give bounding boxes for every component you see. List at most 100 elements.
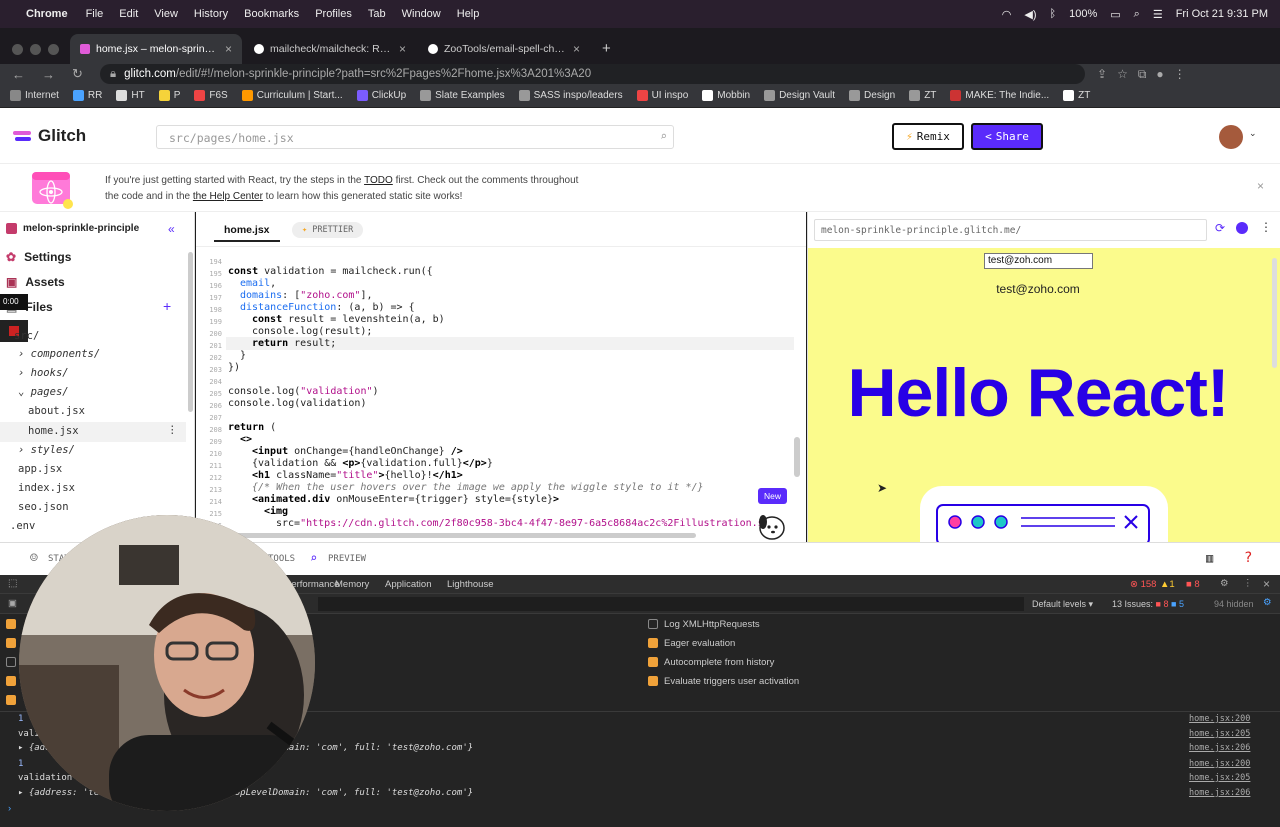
share-button[interactable]: < Share xyxy=(971,123,1043,150)
clock[interactable]: Fri Oct 21 9:31 PM xyxy=(1176,8,1268,20)
console-source-link[interactable]: home.jsx:205 xyxy=(1189,729,1250,739)
avatar[interactable] xyxy=(1219,125,1243,149)
file-index[interactable]: index.jsx xyxy=(18,482,75,494)
menu-help[interactable]: Help xyxy=(457,8,480,20)
menu-profiles[interactable]: Profiles xyxy=(315,8,352,20)
close-icon[interactable]: × xyxy=(1257,179,1264,193)
menu-history[interactable]: History xyxy=(194,8,228,20)
file-home[interactable]: home.jsx xyxy=(28,425,79,437)
profile-icon[interactable]: ● xyxy=(1156,67,1163,81)
minimize-window-icon[interactable] xyxy=(30,43,41,55)
project-name[interactable]: melon-sprinkle-principle xyxy=(6,223,139,234)
devtools-more-icon[interactable]: ⋮ xyxy=(1243,578,1253,589)
keyboard-icon[interactable]: ▥ xyxy=(1206,551,1213,565)
prettier-button[interactable]: ✦ PRETTIER xyxy=(292,222,364,238)
sidebar-scrollbar[interactable] xyxy=(188,252,193,412)
back-icon[interactable]: ← xyxy=(12,67,30,82)
url-bar[interactable]: 🔒︎ glitch.com/edit/#!/melon-sprinkle-pri… xyxy=(100,64,1085,84)
bookmark-folder[interactable]: Design Vault xyxy=(764,89,835,101)
preview-button[interactable]: PREVIEW xyxy=(328,554,366,564)
bookmark-item[interactable]: RR xyxy=(72,89,102,101)
setting-autocomplete[interactable]: Autocomplete from history xyxy=(648,657,774,668)
remix-button[interactable]: ⚡ Remix xyxy=(892,123,964,150)
console-source-link[interactable]: home.jsx:200 xyxy=(1189,714,1250,724)
file-seo[interactable]: seo.json xyxy=(18,501,69,513)
share-page-icon[interactable]: ⇪ xyxy=(1097,67,1107,81)
add-file-icon[interactable]: + xyxy=(163,298,171,314)
tab-glitch[interactable]: home.jsx – melon-sprinkle-princ × xyxy=(70,34,242,64)
checkbox-icon[interactable] xyxy=(648,619,658,630)
file-about[interactable]: about.jsx xyxy=(28,405,85,417)
preview-url-input[interactable]: melon-sprinkle-principle.glitch.me/ xyxy=(814,219,1207,241)
editor-tab-home[interactable]: home.jsx xyxy=(214,220,280,242)
console-source-link[interactable]: home.jsx:206 xyxy=(1189,788,1250,798)
email-input[interactable]: test@zoh.com xyxy=(984,253,1093,269)
close-tab-icon[interactable]: × xyxy=(573,42,580,56)
sidebar-item-assets[interactable]: ▣ Assets xyxy=(6,275,65,289)
file-app[interactable]: app.jsx xyxy=(18,463,62,475)
issues-count-badge[interactable]: ■ 8 xyxy=(1186,579,1200,590)
folder-components[interactable]: › components/ xyxy=(18,348,100,360)
menu-window[interactable]: Window xyxy=(402,8,441,20)
checkbox-icon[interactable] xyxy=(6,657,16,667)
file-search-input[interactable]: src/pages/home.jsx ⌕ xyxy=(156,125,674,149)
extensions-icon[interactable]: ⧉ xyxy=(1138,67,1147,82)
bookmark-folder[interactable]: Design xyxy=(849,89,895,101)
tab-memory[interactable]: Memory xyxy=(335,579,369,590)
new-tab-icon[interactable]: + xyxy=(592,40,621,64)
issues-button[interactable]: 13 Issues: ■ 8 ■ 5 xyxy=(1112,599,1184,609)
tab-mailcheck[interactable]: mailcheck/mailcheck: Reduce × xyxy=(244,34,416,64)
sidebar-toggle-icon[interactable]: ▣ xyxy=(8,598,17,609)
editor-scrollbar[interactable] xyxy=(794,437,800,477)
checkbox-icon[interactable] xyxy=(648,657,658,668)
maximize-window-icon[interactable] xyxy=(48,43,59,55)
battery-icon[interactable]: ▭ xyxy=(1110,8,1120,21)
devtools-settings-icon[interactable]: ⚙ xyxy=(1220,578,1229,589)
bookmark-item[interactable]: Curriculum | Start... xyxy=(241,89,343,101)
bookmark-item[interactable]: ClickUp xyxy=(356,89,406,101)
file-options-icon[interactable]: ⋮ xyxy=(167,424,178,436)
tab-lighthouse[interactable]: Lighthouse xyxy=(447,579,493,590)
menu-file[interactable]: File xyxy=(86,8,104,20)
volume-icon[interactable]: ◀) xyxy=(1024,8,1036,21)
more-options-icon[interactable]: ⋮ xyxy=(1260,220,1272,234)
checkbox-icon[interactable] xyxy=(6,619,16,629)
close-tab-icon[interactable]: × xyxy=(399,42,406,56)
folder-pages[interactable]: ⌄ pages/ xyxy=(18,386,69,398)
bookmark-folder[interactable]: SASS inspo/leaders xyxy=(518,89,623,101)
menubar-app-name[interactable]: Chrome xyxy=(26,8,68,20)
checkbox-icon[interactable] xyxy=(6,676,16,686)
more-menu-icon[interactable]: ⋮ xyxy=(1174,67,1186,81)
bookmark-item[interactable]: MAKE: The Indie... xyxy=(950,89,1049,101)
setting-log-xhr[interactable]: Log XMLHttpRequests xyxy=(648,619,760,630)
todo-link[interactable]: TODO xyxy=(364,175,393,186)
browser-illustration-icon[interactable] xyxy=(935,502,1153,542)
folder-hooks[interactable]: › hooks/ xyxy=(18,367,69,379)
menu-bookmarks[interactable]: Bookmarks xyxy=(244,8,299,20)
console-source-link[interactable]: home.jsx:200 xyxy=(1189,759,1250,769)
bookmark-item[interactable]: Internet xyxy=(10,89,59,101)
checkbox-icon[interactable] xyxy=(6,638,16,648)
bookmark-item[interactable]: P xyxy=(158,89,180,101)
collapse-sidebar-icon[interactable]: « xyxy=(168,222,175,236)
folder-src[interactable]: src/ xyxy=(14,330,39,342)
console-log-object[interactable]: ▸ {address: 'test', domain: 'zoh.com', t… xyxy=(18,788,473,798)
bookmark-item[interactable]: UI inspo xyxy=(636,89,688,101)
close-devtools-icon[interactable]: × xyxy=(1263,577,1270,591)
sidebar-item-settings[interactable]: ✿ Settings xyxy=(6,250,71,264)
checkbox-icon[interactable] xyxy=(648,638,658,649)
inspect-icon[interactable]: ⬚ xyxy=(8,578,17,589)
setting-evaluate-triggers[interactable]: Evaluate triggers user activation xyxy=(648,676,799,687)
wifi-icon[interactable]: ◠ xyxy=(1002,8,1012,21)
battery-percent[interactable]: 100% xyxy=(1069,8,1097,20)
control-center-icon[interactable]: ☰ xyxy=(1153,8,1163,21)
log-levels-dropdown[interactable]: Default levels ▾ xyxy=(1032,599,1093,610)
chevron-down-icon[interactable]: ⌄ xyxy=(1249,128,1257,139)
close-tab-icon[interactable]: × xyxy=(225,42,232,56)
bookmark-item[interactable]: Mobbin xyxy=(702,89,750,101)
menu-view[interactable]: View xyxy=(154,8,178,20)
tab-application[interactable]: Application xyxy=(385,579,431,590)
search-icon[interactable]: ⌕ xyxy=(1134,8,1140,21)
warning-count-badge[interactable]: ▲1 xyxy=(1160,579,1175,590)
console-filter-input[interactable] xyxy=(318,597,1024,611)
